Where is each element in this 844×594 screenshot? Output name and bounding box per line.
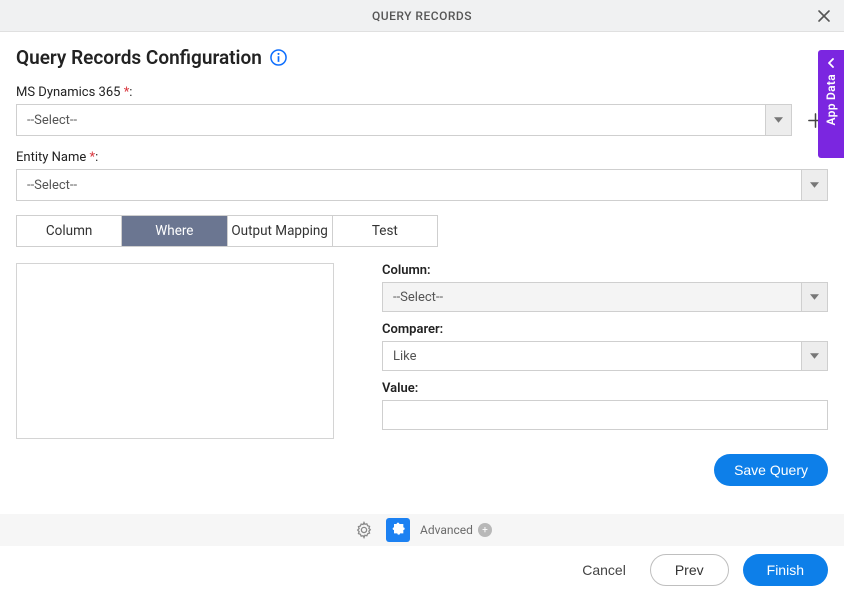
footer-bar: Advanced + bbox=[0, 514, 844, 546]
gear-icon bbox=[355, 521, 373, 539]
entity-label-text: Entity Name bbox=[16, 150, 86, 165]
dialog-title: QUERY RECORDS bbox=[0, 9, 844, 23]
chevron-left-icon bbox=[826, 58, 836, 68]
where-comparer-label: Comparer: bbox=[382, 322, 828, 337]
where-panel: Column: --Select-- Comparer: Like bbox=[16, 263, 828, 440]
where-column-label: Column: bbox=[382, 263, 828, 278]
where-value-input[interactable] bbox=[382, 400, 828, 430]
entity-label: Entity Name *: bbox=[16, 150, 828, 165]
tab-output-mapping[interactable]: Output Mapping bbox=[228, 216, 333, 246]
advanced-label: Advanced bbox=[420, 523, 473, 537]
chevron-down-icon bbox=[801, 283, 827, 311]
close-button[interactable] bbox=[812, 4, 836, 28]
where-comparer-select[interactable]: Like bbox=[382, 341, 828, 371]
finish-button[interactable]: Finish bbox=[743, 554, 828, 586]
chevron-down-icon bbox=[801, 170, 827, 200]
entity-field: Entity Name *: --Select-- bbox=[16, 150, 828, 201]
dynamics-select-value: --Select-- bbox=[17, 113, 765, 128]
where-column-value: --Select-- bbox=[383, 290, 801, 305]
save-query-row: Save Query bbox=[16, 454, 828, 486]
where-column-field: Column: --Select-- bbox=[382, 263, 828, 312]
integration-button[interactable] bbox=[386, 518, 410, 542]
entity-label-colon: : bbox=[95, 150, 98, 165]
dynamics-select[interactable]: --Select-- bbox=[16, 104, 792, 136]
entity-select-value: --Select-- bbox=[17, 178, 801, 193]
page-title: Query Records Configuration bbox=[16, 46, 262, 69]
where-column-select[interactable]: --Select-- bbox=[382, 282, 828, 312]
dialog-content: Query Records Configuration MS Dynamics … bbox=[0, 32, 844, 486]
plus-circle-icon: + bbox=[478, 523, 492, 537]
where-value-label: Value: bbox=[382, 381, 828, 396]
app-data-side-tab[interactable]: App Data bbox=[818, 50, 844, 158]
prev-button[interactable]: Prev bbox=[650, 554, 729, 586]
puzzle-icon bbox=[390, 522, 406, 538]
advanced-toggle[interactable]: Advanced + bbox=[420, 523, 492, 537]
close-icon bbox=[817, 9, 831, 23]
chevron-down-icon bbox=[801, 342, 827, 370]
dialog-titlebar: QUERY RECORDS bbox=[0, 0, 844, 32]
dynamics-field: MS Dynamics 365 *: --Select-- bbox=[16, 85, 828, 136]
info-icon[interactable] bbox=[270, 49, 287, 66]
entity-select[interactable]: --Select-- bbox=[16, 169, 828, 201]
condition-editor: Column: --Select-- Comparer: Like bbox=[382, 263, 828, 440]
chevron-down-icon bbox=[765, 105, 791, 135]
dynamics-label-text: MS Dynamics 365 bbox=[16, 85, 120, 100]
conditions-list[interactable] bbox=[16, 263, 334, 439]
tab-column[interactable]: Column bbox=[17, 216, 122, 246]
settings-button[interactable] bbox=[352, 518, 376, 542]
tab-where[interactable]: Where bbox=[122, 216, 227, 246]
where-comparer-field: Comparer: Like bbox=[382, 322, 828, 371]
dynamics-label: MS Dynamics 365 *: bbox=[16, 85, 828, 100]
action-row: Cancel Prev Finish bbox=[0, 546, 844, 594]
cancel-button[interactable]: Cancel bbox=[572, 556, 636, 584]
dynamics-label-colon: : bbox=[129, 85, 132, 100]
query-tabs: Column Where Output Mapping Test bbox=[16, 215, 438, 247]
app-data-label: App Data bbox=[824, 74, 838, 125]
save-query-button[interactable]: Save Query bbox=[714, 454, 828, 486]
where-value-field: Value: bbox=[382, 381, 828, 430]
where-comparer-value: Like bbox=[383, 349, 801, 364]
tab-test[interactable]: Test bbox=[333, 216, 437, 246]
page-title-row: Query Records Configuration bbox=[16, 46, 828, 69]
